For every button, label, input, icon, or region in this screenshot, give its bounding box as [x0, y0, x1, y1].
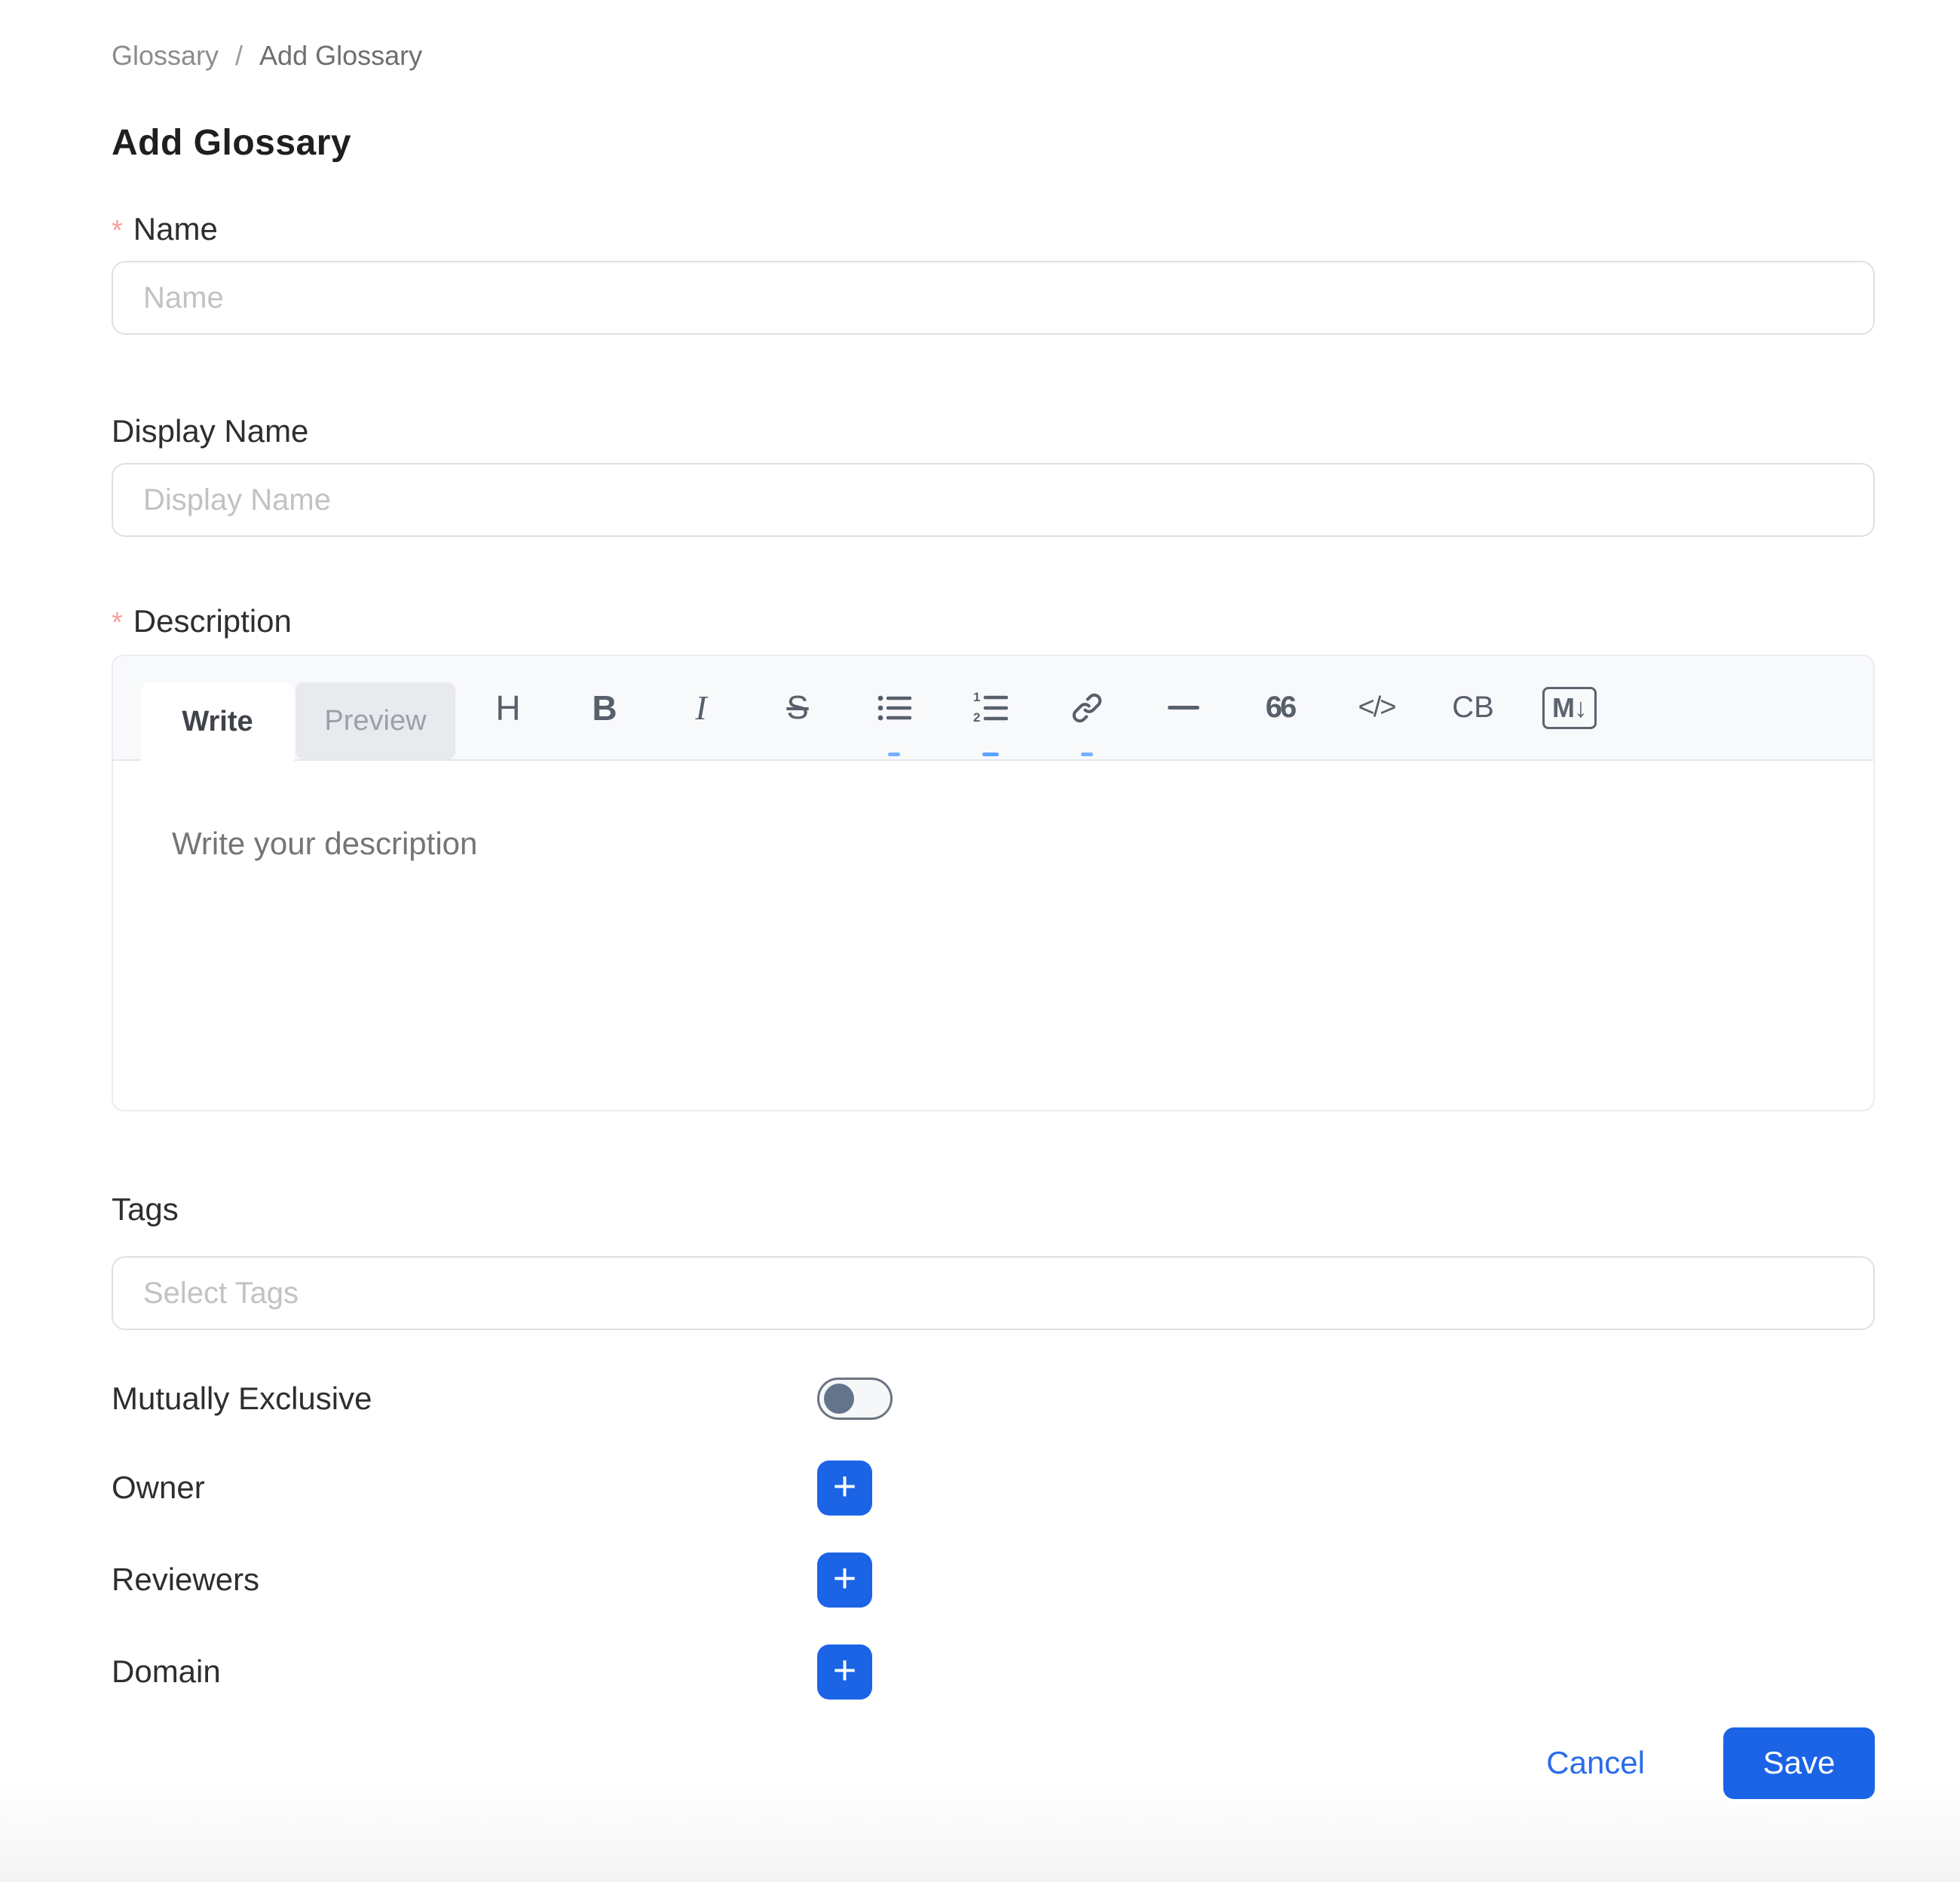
toggle-knob: [824, 1384, 854, 1414]
add-reviewer-button[interactable]: +: [817, 1552, 872, 1608]
markdown-icon[interactable]: M↓: [1521, 656, 1618, 759]
unordered-list-icon[interactable]: [846, 656, 942, 759]
description-label: * Description: [112, 602, 1875, 641]
page-title: Add Glossary: [112, 122, 1875, 164]
breadcrumb-separator: /: [235, 39, 243, 72]
breadcrumb: Glossary / Add Glossary: [112, 0, 1875, 72]
form-actions: Cancel Save: [112, 1727, 1875, 1799]
code-block-icon[interactable]: CB: [1425, 656, 1521, 759]
description-editor: Write Preview H B I S: [112, 654, 1875, 1111]
owner-row: Owner +: [112, 1460, 1875, 1516]
required-asterisk: *: [112, 211, 123, 250]
tags-label: Tags: [112, 1190, 1875, 1229]
editor-toolbar-icons: H B I S 1: [460, 656, 1618, 759]
strikethrough-icon[interactable]: S: [749, 656, 846, 759]
breadcrumb-glossary[interactable]: Glossary: [112, 39, 219, 72]
quote-icon[interactable]: 66: [1232, 656, 1328, 759]
svg-text:2: 2: [973, 710, 980, 725]
tab-preview[interactable]: Preview: [296, 682, 455, 759]
name-label-text: Name: [133, 210, 218, 249]
tags-label-text: Tags: [112, 1190, 179, 1229]
mutually-exclusive-label: Mutually Exclusive: [112, 1381, 817, 1417]
add-domain-button[interactable]: +: [817, 1644, 872, 1700]
reviewers-label: Reviewers: [112, 1562, 817, 1598]
owner-label: Owner: [112, 1470, 817, 1506]
required-asterisk: *: [112, 603, 123, 642]
tags-select-input[interactable]: [112, 1256, 1875, 1330]
domain-row: Domain +: [112, 1644, 1875, 1700]
cancel-button[interactable]: Cancel: [1542, 1744, 1649, 1782]
description-editor-toolbar: Write Preview H B I S: [113, 656, 1873, 761]
add-owner-button[interactable]: +: [817, 1461, 872, 1516]
tab-write[interactable]: Write: [141, 682, 294, 761]
name-label: * Name: [112, 210, 1875, 249]
heading-icon[interactable]: H: [460, 656, 556, 759]
editor-tabs: Write Preview: [113, 656, 455, 759]
domain-label: Domain: [112, 1654, 817, 1690]
description-label-text: Description: [133, 602, 292, 641]
link-icon[interactable]: [1039, 656, 1135, 759]
breadcrumb-add-glossary: Add Glossary: [259, 39, 422, 72]
display-name-label-text: Display Name: [112, 412, 308, 451]
add-glossary-page: Glossary / Add Glossary Add Glossary * N…: [0, 0, 1960, 1882]
description-textarea[interactable]: Write your description: [113, 761, 1873, 1111]
mutually-exclusive-toggle[interactable]: [817, 1378, 893, 1420]
save-button[interactable]: Save: [1723, 1727, 1875, 1799]
italic-icon[interactable]: I: [653, 656, 749, 759]
mutually-exclusive-row: Mutually Exclusive: [112, 1377, 1875, 1421]
svg-text:1: 1: [973, 691, 980, 704]
display-name-label: Display Name: [112, 412, 1875, 451]
ordered-list-icon[interactable]: 1 2: [942, 656, 1039, 759]
reviewers-row: Reviewers +: [112, 1552, 1875, 1608]
horizontal-rule-icon[interactable]: [1135, 656, 1232, 759]
display-name-input[interactable]: [112, 463, 1875, 537]
bold-icon[interactable]: B: [556, 656, 653, 759]
name-input[interactable]: [112, 261, 1875, 335]
code-icon[interactable]: </>: [1328, 656, 1425, 759]
